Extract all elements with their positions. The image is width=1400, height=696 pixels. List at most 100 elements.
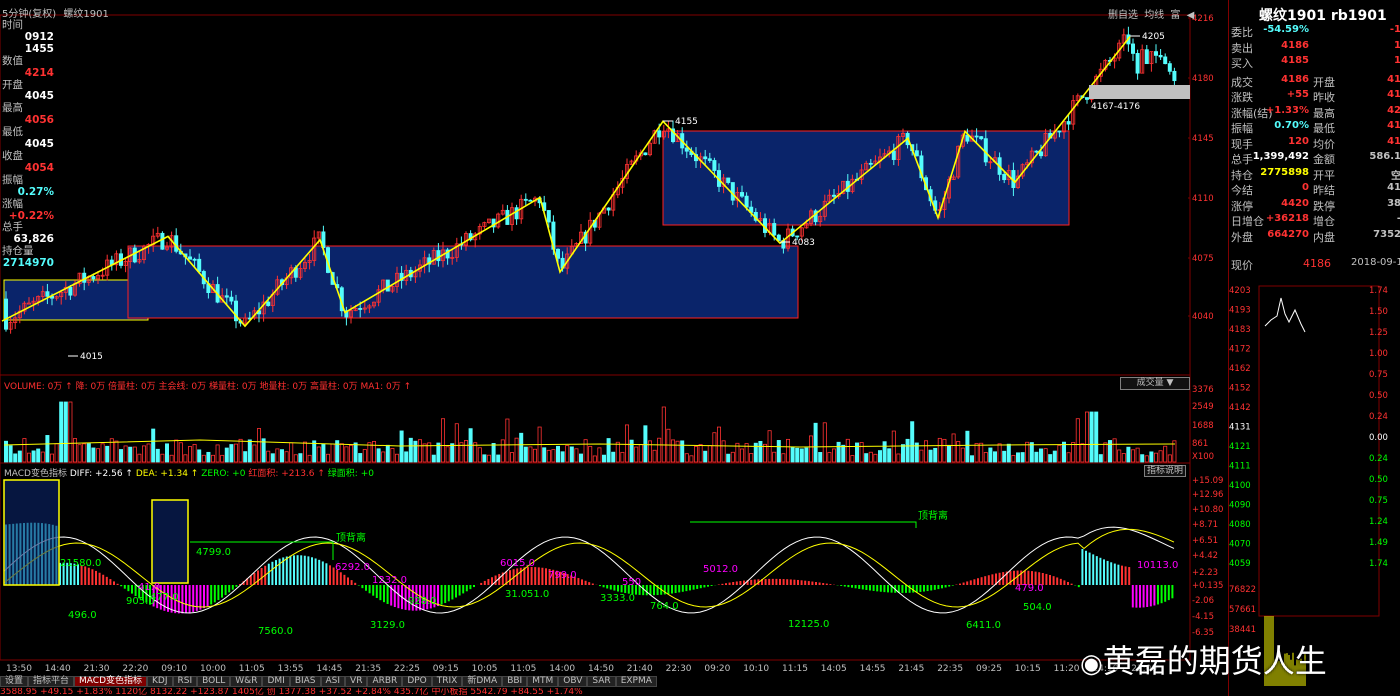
volume-bar	[69, 402, 72, 462]
time-axis-label: 21:40	[627, 664, 653, 674]
quote-value: 1,399,492	[1253, 151, 1309, 162]
volume-bar	[372, 441, 375, 462]
quote-value-2: 38	[1387, 198, 1400, 209]
volume-bar	[984, 452, 987, 462]
macd-highlight-box	[152, 500, 188, 583]
tab-13[interactable]: TRIX	[432, 676, 463, 687]
rich-button[interactable]: 富	[1170, 10, 1180, 21]
volume-bar	[1145, 456, 1148, 462]
tab-17[interactable]: OBV	[558, 676, 587, 687]
volume-bar	[782, 454, 785, 462]
quote-value: 2775898	[1260, 167, 1309, 178]
indicator-help-button[interactable]: 指标说明	[1144, 465, 1186, 477]
mini-axis-left: 4059	[1229, 559, 1251, 569]
tab-0[interactable]: 设置	[0, 676, 28, 687]
candle-body	[92, 277, 95, 279]
volume-bar	[483, 455, 486, 462]
tab-5[interactable]: BOLL	[197, 676, 230, 687]
tab-4[interactable]: RSI	[173, 676, 198, 687]
tab-10[interactable]: VR	[345, 676, 367, 687]
tab-9[interactable]: ASI	[321, 676, 346, 687]
volume-bar	[46, 435, 49, 462]
quote-value-2: -1	[1390, 24, 1400, 35]
volume-bar	[207, 452, 210, 462]
volume-bar	[911, 422, 914, 462]
tab-15[interactable]: BBI	[502, 676, 527, 687]
quote-value-2: 586.1	[1369, 151, 1400, 162]
volume-bar	[625, 425, 628, 462]
tab-3[interactable]: KDJ	[147, 676, 173, 687]
volume-bar	[570, 447, 573, 462]
intraday-mini-chart[interactable]: 4203 4193 4183 4172 4162 4152 4142 4131 4121 4111…	[1229, 276, 1400, 696]
volume-bar	[1131, 450, 1134, 462]
divergence-line	[690, 522, 916, 528]
tab-2[interactable]: MACD变色指标	[74, 676, 147, 687]
tab-14[interactable]: 新DMA	[462, 676, 502, 687]
volume-bar	[796, 448, 799, 462]
macd-area-label: 6292.0	[335, 562, 370, 573]
volume-bar	[322, 444, 325, 462]
current-label: 现价	[1231, 257, 1253, 273]
macd-title: MACD变色指标	[4, 469, 67, 479]
cursor-info-panel: 时间 0912 1455 数值 4214 开盘 4045 最高 4056 最低 4045 收盘 4054…	[2, 20, 54, 270]
tab-19[interactable]: EXPMA	[616, 676, 657, 687]
tab-11[interactable]: ARBR	[367, 676, 402, 687]
volume-bar	[253, 445, 256, 462]
mini-axis-right: 0.50	[1369, 391, 1388, 401]
time-axis-label: 14:45	[316, 664, 342, 674]
candle-body	[685, 148, 688, 151]
quote-label: 卖出	[1231, 40, 1253, 56]
macd-area-label: 550	[622, 577, 641, 588]
volume-bar	[340, 444, 343, 462]
tab-7[interactable]: DMI	[262, 676, 289, 687]
candle-body	[4, 299, 7, 329]
candle-body	[547, 210, 550, 222]
tab-8[interactable]: BIAS	[290, 676, 321, 687]
volume-dropdown[interactable]: 成交量 ▼	[1120, 377, 1190, 390]
quote-date: 2018-09-18	[1351, 257, 1400, 268]
mini-axis-right: 1.24	[1369, 517, 1388, 527]
mini-axis-right: 0.50	[1369, 475, 1388, 485]
mini-axis-left: 4142	[1229, 403, 1251, 413]
volume-bar	[14, 454, 17, 462]
collapse-icon[interactable]: ◀	[1187, 10, 1195, 21]
macd-area-label: 504.0	[1023, 602, 1052, 613]
volume-bar	[993, 452, 996, 462]
volume-bar	[616, 442, 619, 462]
volume-bar	[699, 445, 702, 462]
symbol-label: 螺纹1901	[63, 9, 108, 20]
volume-bar	[129, 447, 132, 462]
volume-bar	[556, 446, 559, 462]
tab-16[interactable]: MTM	[527, 676, 558, 687]
volume-bar	[897, 454, 900, 462]
time-axis-label: 09:15	[433, 664, 459, 674]
volume-bar	[87, 444, 90, 462]
volume-bar	[377, 449, 380, 462]
time-axis-label: 11:15	[782, 664, 808, 674]
quote-label: 外盘	[1231, 229, 1253, 245]
tab-18[interactable]: SAR	[587, 676, 615, 687]
indicator-tabs: 设置 指标平台 MACD变色指标 KDJ RSI BOLL W&R DMI BIAS ASI VR A…	[0, 676, 657, 687]
candle-body	[1035, 151, 1038, 152]
label-high: 4205	[1142, 32, 1165, 42]
candle-body	[46, 292, 49, 297]
macd-axis-label: +10.80	[1192, 505, 1223, 515]
ma-button[interactable]: 均线	[1144, 10, 1164, 21]
quote-label: 涨跌	[1231, 89, 1253, 105]
volume-bar	[515, 438, 518, 462]
tab-1[interactable]: 指标平台	[28, 676, 74, 687]
chart-canvas[interactable]: 4167-4176 4205 4155 4083 4015 4216 4180 4145 411…	[0, 0, 1228, 696]
remove-favorite-button[interactable]: 删自选	[1108, 10, 1138, 21]
tab-6[interactable]: W&R	[230, 676, 262, 687]
volume-bar	[133, 447, 136, 462]
macd-area-label: 764.0	[650, 601, 679, 612]
tab-12[interactable]: DPO	[402, 676, 431, 687]
volume-bar	[106, 446, 109, 462]
macd-area-label: 7560.0	[258, 626, 293, 637]
candle-body	[832, 195, 835, 196]
volume-bar	[727, 454, 730, 462]
quote-label-2: 最低	[1313, 120, 1335, 136]
candle-body	[727, 178, 730, 183]
chart-header: 5分钟(复权) 螺纹1901	[2, 5, 109, 20]
quote-label: 总手	[1231, 151, 1253, 167]
